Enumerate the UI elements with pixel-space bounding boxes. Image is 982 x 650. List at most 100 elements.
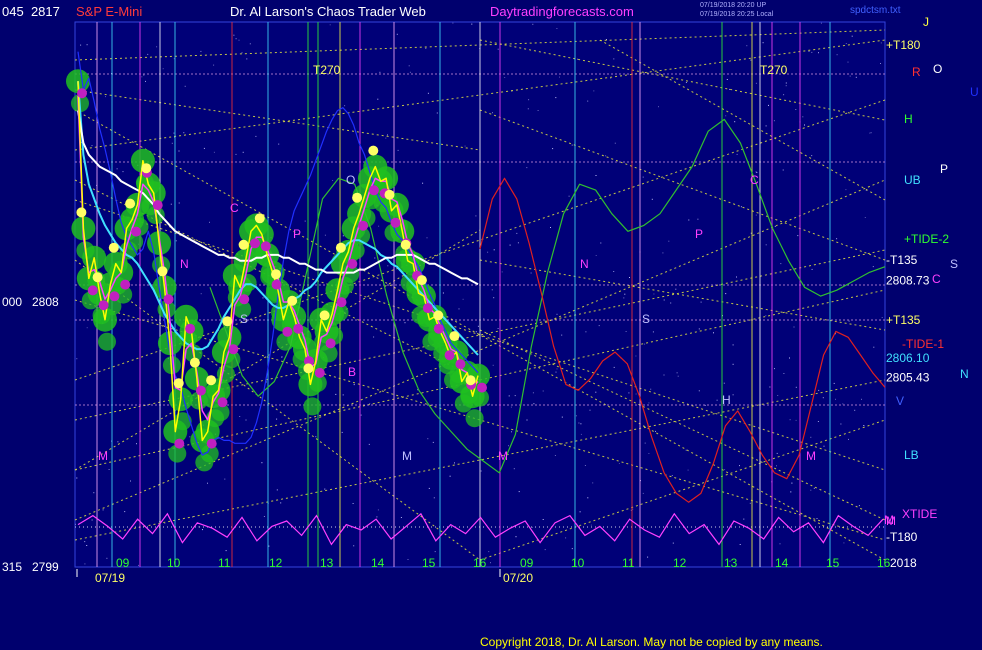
star [642,492,644,494]
magenta-dot [250,238,260,249]
star [587,497,589,499]
star [86,327,88,329]
star [779,543,781,545]
yellow-dot [206,375,217,386]
star [590,524,592,526]
timestamp-line-1: 07/19/2018 20:20 UP [700,2,767,9]
star [644,442,646,444]
star [658,106,659,108]
star [739,465,740,467]
chart-letter-label: H [722,393,731,407]
star [671,475,673,476]
chart-letter-label: M [402,449,412,463]
cycle-label: T270 [313,63,341,77]
star [385,137,387,139]
yellow-dot [238,239,249,250]
yellow-dot [254,213,265,224]
star [795,109,797,110]
right-axis-top-label: 2817 [30,4,60,19]
star [130,480,131,482]
star [732,344,734,346]
star [661,319,662,321]
star [716,399,718,401]
star [238,39,240,41]
star [688,219,690,221]
star [841,284,843,286]
star [396,33,398,35]
star [487,251,489,253]
cycle-label: T270 [760,63,788,77]
magenta-dot [131,226,142,237]
star [304,220,306,222]
star [750,59,752,61]
right-side-label: V [896,394,904,408]
magenta-dot [390,217,401,228]
star [493,249,495,251]
star [746,45,748,47]
star [458,308,460,310]
star [840,423,842,425]
star [200,293,202,295]
left-axis-top-label: 045 [2,4,24,19]
star [587,100,589,102]
star [480,470,482,472]
star [492,364,494,366]
star [239,416,241,417]
right-side-label: -T135 [886,253,918,267]
star [648,402,650,404]
star [863,425,865,426]
star [724,469,726,471]
site-link[interactable]: Daytradingforecasts.com [490,4,634,20]
star [422,182,424,184]
star [510,406,512,408]
star [376,516,378,518]
star [723,382,725,384]
axis-price-label: 2808 [32,295,59,309]
star [514,395,516,397]
star [511,431,512,433]
star [235,153,237,155]
star [173,132,175,134]
star [245,419,247,421]
hour-tick-label: 13 [320,556,334,570]
star [332,180,334,181]
star [554,455,556,456]
hour-tick-label: 10 [167,556,181,570]
star [268,545,270,547]
star [589,409,591,411]
star [436,112,438,114]
star [675,288,677,290]
star [672,542,674,544]
star [189,436,191,438]
star [555,97,557,99]
star [255,135,257,137]
yellow-dot [416,275,427,286]
star [462,298,464,300]
star [555,371,557,373]
yellow-dot [173,378,184,389]
star [818,52,819,54]
star [213,151,215,153]
star [644,343,646,345]
star [508,395,510,397]
star [475,331,477,333]
star [342,394,344,396]
hour-tick-label: 16 [473,556,487,570]
right-side-label: LB [904,448,919,462]
magenta-dot [120,279,131,290]
star [542,519,544,520]
star [628,392,630,394]
star [653,293,655,295]
star [818,389,820,391]
magenta-dot [444,350,455,361]
star [518,491,520,493]
right-side-label: -TIDE-1 [902,337,944,351]
star [124,511,126,513]
star [315,436,317,438]
instrument-name: S&P E-Mini [76,4,143,19]
star [434,551,436,553]
yellow-dot [189,357,200,368]
star [595,391,597,393]
copyright-notice: Copyright 2018, Dr. Al Larson. May not b… [480,635,823,649]
star [428,487,430,489]
